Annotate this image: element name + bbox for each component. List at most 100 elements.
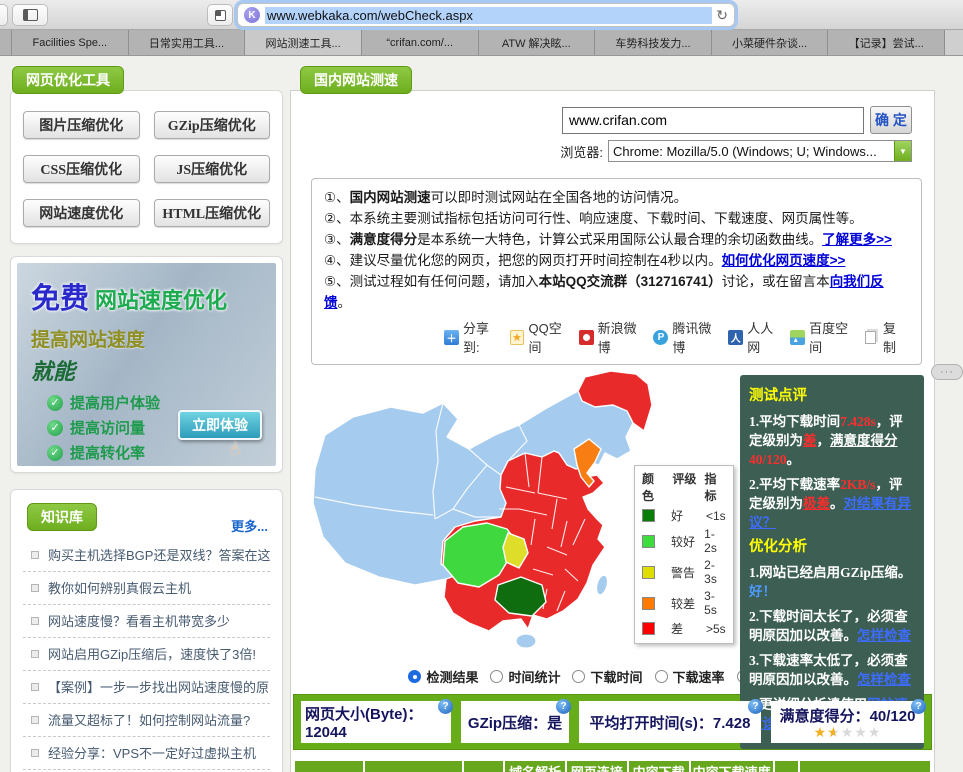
how-to-check-link[interactable]: 怎样检查 xyxy=(857,628,911,643)
legend-swatch-warn xyxy=(642,565,655,579)
page-content: 网页优化工具 图片压缩优化 GZip压缩优化 CSS压缩优化 JS压缩优化 网站… xyxy=(0,56,963,772)
results-table: 检测位置 解析IP 状态 域名解析时间(s) 网页连接时间(s) 内容下载时间(… xyxy=(292,759,932,772)
left-sidebar: 网页优化工具 图片压缩优化 GZip压缩优化 CSS压缩优化 JS压缩优化 网站… xyxy=(10,66,283,772)
share-copy-link[interactable]: 复制 xyxy=(883,318,909,356)
copy-icon[interactable] xyxy=(865,330,877,344)
legend-row: 较差 3-5s xyxy=(642,589,726,617)
share-plus-icon[interactable]: ＋ xyxy=(444,329,459,345)
test-url-input[interactable] xyxy=(562,106,864,134)
ad-cta-button[interactable]: 立即体验 xyxy=(178,410,262,440)
ad-banner[interactable]: 免费 网站速度优化 提高网站速度 就能 ✓ 提高用户体验 ✓ 提高访问量 ✓ 提高转化… xyxy=(17,263,276,466)
tab-speed-tool[interactable]: 网站测速工具... xyxy=(245,30,362,55)
knowledge-item[interactable]: 【案例】一步一步找出网站速度慢的原因 xyxy=(23,671,270,704)
partial-toolbar-button[interactable] xyxy=(0,4,8,26)
legend-row: 较好 1-2s xyxy=(642,527,726,555)
knowledge-item[interactable]: 经验分享：VPS不一定好过虚拟主机 xyxy=(23,737,270,770)
legend-row: 警告 2-3s xyxy=(642,558,726,586)
col-download-time: 内容下载时间(s) xyxy=(626,759,691,772)
square-bullet-icon xyxy=(31,616,39,625)
knowledge-item[interactable]: 网站速度慢？看看主机带宽多少 xyxy=(23,605,270,638)
instruction-line-4: ④、建议尽量优化您的网页，把您的网页打开时间控制在4秒以内。如何优化网页速度>> xyxy=(324,253,846,268)
tool-image-compress-button[interactable]: 图片压缩优化 xyxy=(23,111,140,139)
tab-daily-tools[interactable]: 日常实用工具... xyxy=(129,30,246,55)
sidebar-toggle-button[interactable] xyxy=(12,4,48,26)
review-line-2: 2.平均下载速率2KB/s，评定级别为极差。对结果有异议？ xyxy=(749,477,911,530)
col-dns-time: 域名解析时间(s) xyxy=(503,759,567,772)
browser-select[interactable]: Chrome: Mozilla/5.0 (Windows; U; Windows… xyxy=(608,140,912,162)
help-icon[interactable]: ? xyxy=(438,699,453,714)
baidu-space-icon[interactable] xyxy=(790,329,806,345)
help-icon[interactable]: ? xyxy=(911,699,926,714)
renren-icon[interactable]: 人 xyxy=(728,329,744,345)
optimize-speed-link[interactable]: 如何优化网页速度>> xyxy=(722,253,846,268)
knowledge-section-title: 知识库 xyxy=(27,502,97,531)
stat-satisfaction: 满意度得分：40/120 ★ ★ ★★★★ ? xyxy=(771,699,926,743)
radio-test-result[interactable] xyxy=(408,670,422,683)
browser-toolbar: K www.webkaka.com/webCheck.aspx ↻ xyxy=(0,0,963,30)
radio-download-speed[interactable] xyxy=(654,670,668,683)
help-icon[interactable]: ? xyxy=(556,699,571,714)
share-qzone-link[interactable]: QQ空间 xyxy=(528,318,574,356)
instruction-line-2: ②、本系统主要测试指标包括访问可行性、响应速度、下载时间、下载速度、网页属性等。 xyxy=(324,211,863,226)
stat-gzip: GZip压缩：是 ? xyxy=(461,699,571,743)
province-hainan[interactable] xyxy=(515,633,537,649)
legend-row: 差 >5s xyxy=(642,620,726,637)
square-bullet-icon xyxy=(31,682,39,691)
tool-css-compress-button[interactable]: CSS压缩优化 xyxy=(23,155,140,183)
sina-weibo-icon[interactable] xyxy=(578,329,594,345)
legend-swatch-bad xyxy=(642,596,655,610)
tab-crifan[interactable]: “crifan.com/... xyxy=(362,30,479,55)
knowledge-list: 购买主机选择BGP还是双线？答案在这 教你如何辨别真假云主机 网站速度慢？看看主… xyxy=(23,539,270,772)
tool-site-speed-button[interactable]: 网站速度优化 xyxy=(23,199,140,227)
province-taiwan[interactable] xyxy=(595,574,610,596)
optimize-line-2: 2.下载时间太长了，必须查明原因加以改善。怎样检查 xyxy=(749,609,911,643)
tencent-weibo-icon[interactable]: P xyxy=(653,329,669,345)
review-line-1: 1.平均下载时间7.428s，评定级别为差，满意度得分40/120。 xyxy=(749,414,903,467)
tab-partial[interactable] xyxy=(0,30,12,55)
star-rating: ★ ★ ★★★★ xyxy=(813,724,882,740)
site-favicon: K xyxy=(244,7,260,23)
knowledge-item[interactable]: 教你如何辨别真假云主机 xyxy=(23,572,270,605)
legend-row: 好 <1s xyxy=(642,507,726,524)
tab-xiaocai[interactable]: 小菜硬件杂谈... xyxy=(712,30,829,55)
tool-gzip-compress-button[interactable]: GZip压缩优化 xyxy=(153,111,270,139)
reader-view-button[interactable] xyxy=(207,4,233,26)
share-renren-link[interactable]: 人人网 xyxy=(747,318,786,356)
instruction-line-5: ⑤、测试过程如有任何问题，请加入本站QQ交流群（312716741）讨论，或在留… xyxy=(324,274,884,310)
tools-section-title: 网页优化工具 xyxy=(12,66,124,94)
share-sina-link[interactable]: 新浪微博 xyxy=(598,318,650,356)
url-text[interactable]: www.webkaka.com/webCheck.aspx xyxy=(265,6,713,24)
tab-atw[interactable]: ATW 解决眩... xyxy=(479,30,596,55)
ad-bullet: 提高转化率 xyxy=(70,445,146,462)
summary-stats-bar: 网页大小(Byte)：12044 ? GZip压缩：是 ? 平均打开时间(s)：… xyxy=(293,694,932,750)
knowledge-item[interactable]: 购买主机选择BGP还是双线？答案在这 xyxy=(23,539,270,572)
col-more: ... xyxy=(772,759,801,772)
select-arrow-icon[interactable]: ▼ xyxy=(894,141,911,161)
share-baidu-link[interactable]: 百度空间 xyxy=(809,318,861,356)
how-to-check-link[interactable]: 怎样检查 xyxy=(857,672,911,687)
address-bar[interactable]: K www.webkaka.com/webCheck.aspx ↻ xyxy=(237,3,735,27)
tab-jilu[interactable]: 【记录】尝试... xyxy=(828,30,945,55)
map-legend: 颜色 评级 指标 好 <1s 较好 1-2s 警告 2-3s 较差 3-5s 差 >5s xyxy=(634,465,734,644)
tool-js-compress-button[interactable]: JS压缩优化 xyxy=(153,155,270,183)
instructions-box: ①、国内网站测速可以即时测试网站在全国各地的访问情况。 ②、本系统主要测试指标包… xyxy=(311,178,922,365)
scrollbar-thumb[interactable]: ··· xyxy=(931,364,963,380)
knowledge-more-link[interactable]: 更多... xyxy=(231,516,268,535)
knowledge-box: 知识库 更多... 购买主机选择BGP还是双线？答案在这 教你如何辨别真假云主机… xyxy=(10,489,283,772)
radio-time-stats[interactable] xyxy=(490,670,504,683)
radio-download-time[interactable] xyxy=(572,670,586,683)
ad-free-text: 免费 xyxy=(31,283,90,315)
help-icon[interactable]: ? xyxy=(748,699,763,714)
qzone-icon[interactable]: ★ xyxy=(509,329,525,345)
knowledge-item[interactable]: 网站启用GZip压缩后，速度快了3倍! xyxy=(23,638,270,671)
optimize-line-3: 3.下载速率太低了，必须查明原因加以改善。怎样检查 xyxy=(749,653,911,687)
knowledge-item[interactable]: 流量又超标了！如何控制网站流量? xyxy=(23,704,270,737)
share-tqq-link[interactable]: 腾讯微博 xyxy=(672,318,724,356)
reload-icon[interactable]: ↻ xyxy=(716,7,728,24)
submit-button[interactable]: 确 定 xyxy=(870,106,912,134)
tab-facilities[interactable]: Facilities Spe... xyxy=(12,30,129,55)
legend-swatch-good xyxy=(642,509,655,522)
tab-cheshi[interactable]: 车势科技发力... xyxy=(595,30,712,55)
learn-more-link[interactable]: 了解更多>> xyxy=(822,232,892,247)
tool-html-compress-button[interactable]: HTML压缩优化 xyxy=(153,199,270,227)
